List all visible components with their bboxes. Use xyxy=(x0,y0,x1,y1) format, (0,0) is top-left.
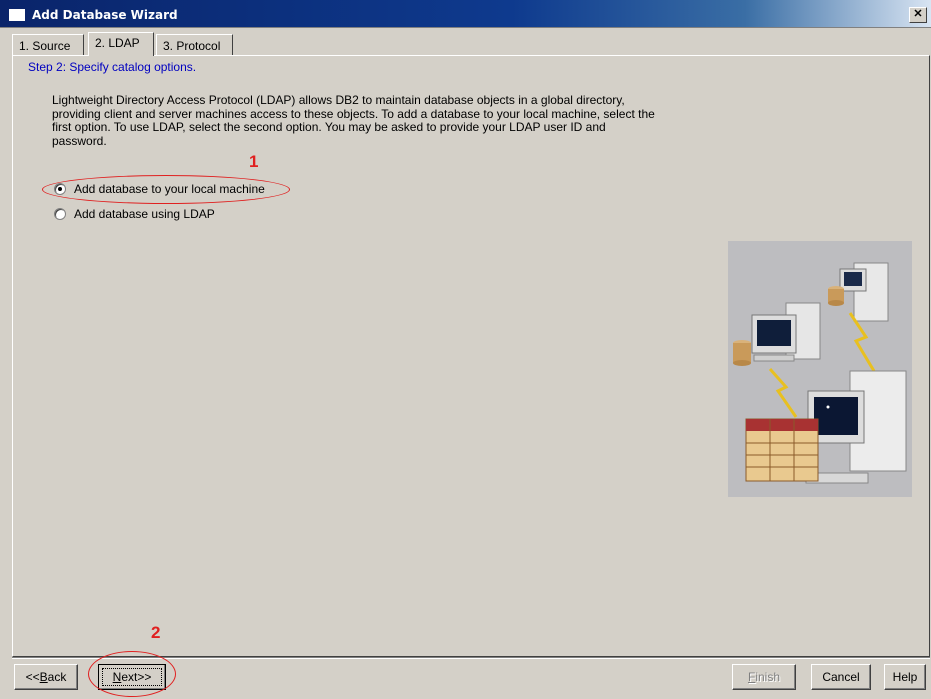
step-description: Lightweight Directory Access Protocol (L… xyxy=(52,93,722,148)
step-title: Step 2: Specify catalog options. xyxy=(28,60,197,74)
back-button-prefix: << xyxy=(25,670,40,684)
back-button[interactable]: << Back xyxy=(14,664,78,690)
back-button-label: ack xyxy=(47,670,67,684)
description-line: first option. To use LDAP, select the se… xyxy=(52,120,606,134)
annotation-ellipse-2 xyxy=(88,651,176,697)
annotation-marker-1: 1 xyxy=(249,152,259,171)
annotation-marker-2: 2 xyxy=(151,623,161,642)
cancel-button[interactable]: Cancel xyxy=(811,664,871,690)
tab-ldap[interactable]: 2. LDAP xyxy=(88,32,154,56)
close-icon: ✕ xyxy=(913,8,923,20)
finish-button[interactable]: Finish xyxy=(732,664,796,690)
finish-button-mnemonic: F xyxy=(747,670,756,684)
option-label: Add database using LDAP xyxy=(74,207,215,221)
window-title: Add Database Wizard xyxy=(32,8,178,22)
option-local-machine[interactable]: Add database to your local machine xyxy=(54,181,265,197)
option-label: Add database to your local machine xyxy=(74,182,265,196)
option-ldap[interactable]: Add database using LDAP xyxy=(54,206,215,222)
radio-button-checked[interactable] xyxy=(54,183,66,195)
help-button[interactable]: Help xyxy=(884,664,926,690)
description-line: Lightweight Directory Access Protocol (L… xyxy=(52,93,625,107)
close-button[interactable]: ✕ xyxy=(909,7,927,23)
back-button-mnemonic: B xyxy=(39,670,48,684)
finish-button-label: inish xyxy=(755,670,781,684)
tab-protocol[interactable]: 3. Protocol xyxy=(156,34,233,55)
description-line: providing client and server machines acc… xyxy=(52,106,655,121)
radio-button[interactable] xyxy=(54,208,66,220)
description-line: password. xyxy=(52,133,107,148)
table-icon xyxy=(745,418,819,482)
title-bar: Add Database Wizard ✕ xyxy=(0,0,931,28)
tab-source[interactable]: 1. Source xyxy=(12,34,84,55)
network-illustration xyxy=(728,241,912,497)
window-icon xyxy=(8,8,26,22)
